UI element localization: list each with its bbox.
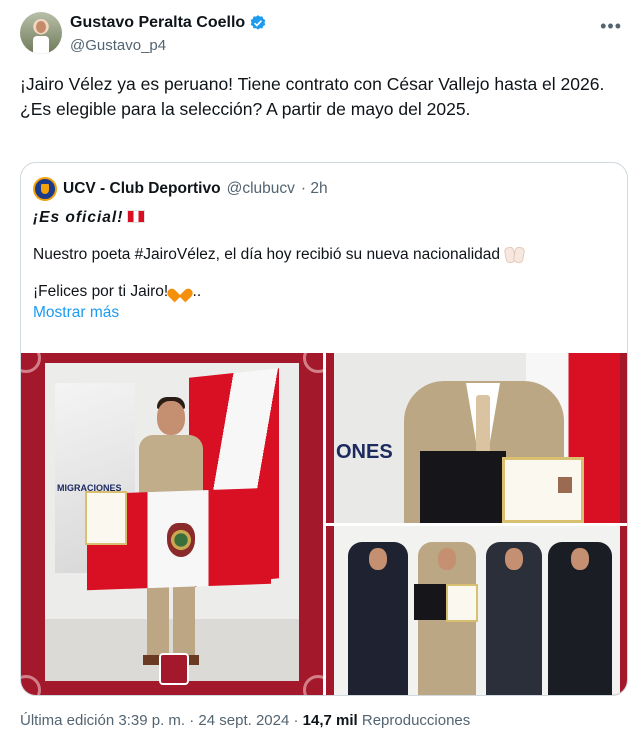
tweet-text: ¡Jairo Vélez ya es peruano! Tiene contra…: [20, 72, 620, 122]
quoted-timestamp[interactable]: · 2h: [301, 180, 328, 198]
more-options-icon[interactable]: •••: [600, 16, 622, 37]
tweet-header: Gustavo Peralta Coello @Gustavo_p4 •••: [20, 12, 624, 58]
views-count: 14,7 mil: [302, 712, 358, 729]
quoted-body-line: Nuestro poeta #JairoVélez, el día hoy re…: [33, 246, 501, 263]
quoted-tweet-text: ¡Es oficial! Nuestro poeta #JairoVélez, …: [33, 207, 613, 323]
quoted-display-name[interactable]: UCV - Club Deportivo: [63, 180, 221, 198]
photo-sign-text-2: ONES: [336, 441, 393, 463]
peru-coat-of-arms-icon: [167, 523, 195, 557]
orange-heart-icon: [172, 283, 188, 297]
author-name-row: Gustavo Peralta Coello: [70, 14, 267, 32]
author-handle[interactable]: @Gustavo_p4: [70, 37, 166, 54]
author-display-name[interactable]: Gustavo Peralta Coello: [70, 14, 245, 32]
peru-flag-icon: [127, 210, 146, 223]
ucv-badge-icon: [159, 653, 189, 685]
avatar-head: [36, 21, 46, 33]
tweet-text-line-1: ¡Jairo Vélez ya es peruano! Tiene contra…: [20, 74, 605, 94]
author-avatar[interactable]: [20, 12, 62, 54]
photo-certificate-closeup[interactable]: ONES: [326, 353, 627, 523]
ucv-logo-icon[interactable]: [33, 177, 57, 201]
tweet-footer: Última edición 3:39 p. m. · 24 sept. 202…: [20, 712, 470, 729]
tweet-text-line-2: ¿Es elegible para la selección? A partir…: [20, 99, 471, 119]
quoted-closing-line: ¡Felices por ti Jairo!: [33, 283, 169, 300]
photo-group-officials[interactable]: [326, 526, 627, 695]
quoted-handle[interactable]: @clubucv: [227, 180, 295, 198]
quoted-tweet[interactable]: UCV - Club Deportivo @clubucv · 2h ¡Es o…: [20, 162, 628, 696]
show-more-link[interactable]: Mostrar más: [33, 304, 119, 321]
quoted-tweet-header: UCV - Club Deportivo @clubucv · 2h: [33, 177, 328, 201]
photo-player-with-flag[interactable]: MIGRACIONES: [21, 353, 323, 695]
media-grid: MIGRACIONES ONES: [21, 353, 627, 695]
avatar-body: [33, 36, 49, 54]
raising-hands-icon: [504, 245, 524, 261]
quoted-headline: ¡Es oficial!: [33, 209, 124, 226]
edited-timestamp[interactable]: Última edición 3:39 p. m. · 24 sept. 202…: [20, 712, 303, 729]
verified-badge-icon: [250, 15, 266, 30]
views-label: Reproducciones: [357, 712, 471, 729]
